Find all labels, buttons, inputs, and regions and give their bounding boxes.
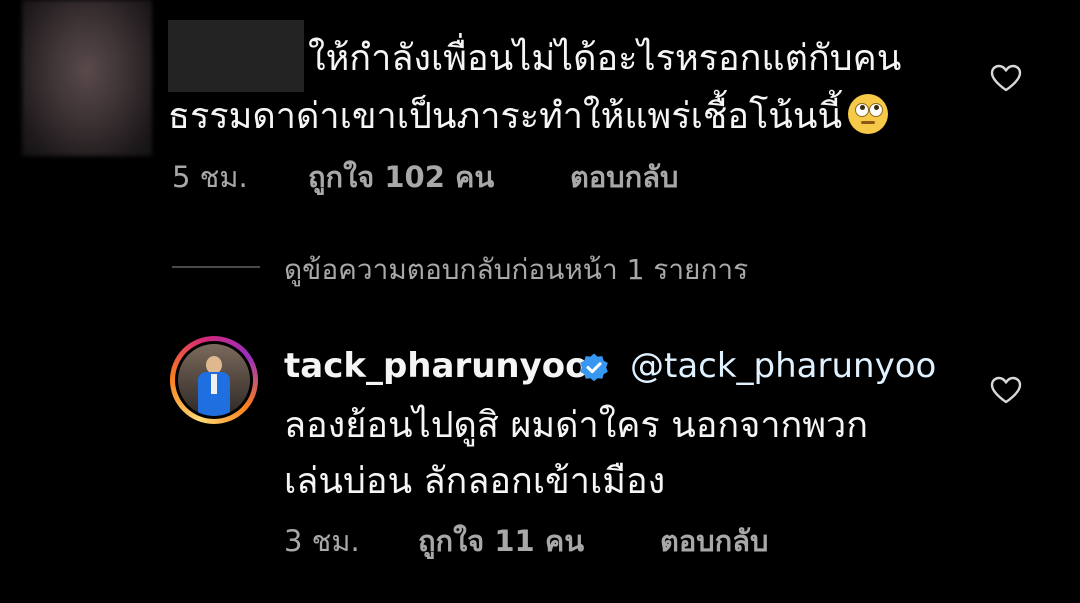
reply-avatar[interactable] (170, 336, 258, 424)
reply-text: ลองย้อนไปดูสิ ผมด่าใคร นอกจากพวก เล่นบ่อ… (284, 398, 984, 510)
reply-text-line-1: ลองย้อนไปดูสิ ผมด่าใคร นอกจากพวก (284, 405, 869, 446)
comment-text-line-1: ให้กำลังเพื่อนไม่ได้อะไรหรอกแต่กับคน (308, 38, 902, 79)
divider-line (172, 266, 260, 268)
comment-text-line-2: ธรรมดาด่าเขาเป็นภาระทำให้แพร่เชื้อโน้นนี… (168, 96, 843, 137)
reply-time: 3 ชม. (284, 524, 360, 558)
mention-link[interactable]: @tack_pharunyoo (630, 346, 936, 386)
face-with-rolling-eyes-icon (848, 94, 889, 134)
like-count-link[interactable]: ถูกใจ 102 คน (308, 154, 494, 200)
like-count-link[interactable]: ถูกใจ 11 คน (418, 518, 584, 564)
comment-time: 5 ชม. (172, 160, 248, 194)
reply-username[interactable]: tack_pharunyoo (284, 346, 589, 386)
heart-icon[interactable] (990, 64, 1022, 92)
reply-text-line-2: เล่นบ่อน ลักลอกเข้าเมือง (284, 461, 666, 502)
verified-badge-icon (580, 353, 608, 382)
reply-button[interactable]: ตอบกลับ (570, 154, 678, 200)
comment-text: ให้กำลังเพื่อนไม่ได้อะไรหรอกแต่กับคน ธรร… (168, 30, 968, 146)
heart-icon[interactable] (990, 376, 1022, 404)
commenter-avatar[interactable] (22, 0, 152, 156)
view-previous-replies-link[interactable]: ดูข้อความตอบกลับก่อนหน้า 1 รายการ (284, 248, 748, 292)
reply-button[interactable]: ตอบกลับ (660, 518, 768, 564)
